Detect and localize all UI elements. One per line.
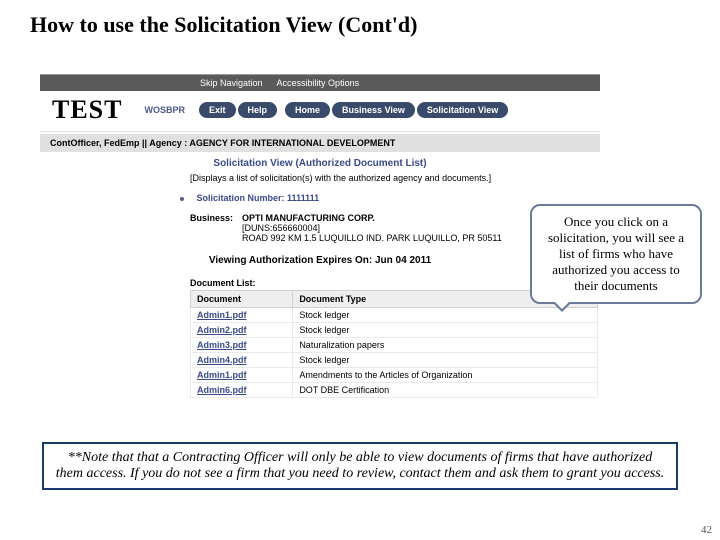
skip-navigation-link[interactable]: Skip Navigation [200, 78, 263, 88]
accessibility-options-link[interactable]: Accessibility Options [277, 78, 360, 88]
business-duns: [DUNS:656660004] [242, 223, 502, 233]
expiration-text: Viewing Authorization Expires On: Jun 04… [40, 247, 600, 274]
brand-label: WOSBPR [145, 105, 186, 115]
exit-button[interactable]: Exit [199, 102, 236, 118]
document-type: Amendments to the Articles of Organizati… [293, 368, 598, 383]
document-link[interactable]: Admin3.pdf [191, 338, 293, 353]
home-button[interactable]: Home [285, 102, 330, 118]
document-type: Stock ledger [293, 323, 598, 338]
table-row: Admin3.pdfNaturalization papers [191, 338, 598, 353]
site-logo: TEST [52, 95, 123, 125]
business-address: ROAD 992 KM 1.5 LUQUILLO IND. PARK LUQUI… [242, 233, 502, 243]
solicitation-label: Solicitation Number: [197, 193, 285, 203]
slide-number: 42 [701, 524, 712, 536]
view-title: Solicitation View (Authorized Document L… [40, 152, 600, 171]
document-link[interactable]: Admin4.pdf [191, 353, 293, 368]
solicitation-view-button[interactable]: Solicitation View [417, 102, 508, 118]
table-row: Admin4.pdfStock ledger [191, 353, 598, 368]
user-agency-bar: ContOfficer, FedEmp || Agency : AGENCY F… [40, 134, 600, 152]
document-link[interactable]: Admin1.pdf [191, 368, 293, 383]
callout-text: Once you click on a solicitation, you wi… [548, 214, 684, 293]
solicitation-row: Solicitation Number: 1111111 [40, 189, 600, 209]
table-row: Admin1.pdfStock ledger [191, 308, 598, 323]
document-link[interactable]: Admin1.pdf [191, 308, 293, 323]
business-view-button[interactable]: Business View [332, 102, 415, 118]
callout-box: Once you click on a solicitation, you wi… [530, 204, 702, 304]
document-type: Naturalization papers [293, 338, 598, 353]
business-name: OPTI MANUFACTURING CORP. [242, 213, 502, 223]
table-row: Admin6.pdfDOT DBE Certification [191, 383, 598, 398]
document-table: Document Document Type Admin1.pdfStock l… [190, 290, 598, 398]
business-row: Business: OPTI MANUFACTURING CORP. [DUNS… [40, 209, 600, 247]
view-description: [Displays a list of solicitation(s) with… [40, 171, 600, 189]
help-button[interactable]: Help [238, 102, 278, 118]
document-link[interactable]: Admin2.pdf [191, 323, 293, 338]
note-box: **Note that that a Contracting Officer w… [42, 442, 678, 490]
solicitation-number[interactable]: 1111111 [287, 193, 319, 203]
business-label: Business: [190, 213, 242, 243]
col-document: Document [191, 291, 293, 308]
document-type: DOT DBE Certification [293, 383, 598, 398]
document-type: Stock ledger [293, 353, 598, 368]
screenshot-container: Skip Navigation Accessibility Options TE… [40, 74, 600, 398]
table-row: Admin2.pdfStock ledger [191, 323, 598, 338]
bullet-icon [180, 197, 184, 201]
document-list-label: Document List: [40, 274, 600, 290]
header-row: TEST WOSBPR Exit Help Home Business View… [40, 91, 600, 129]
document-link[interactable]: Admin6.pdf [191, 383, 293, 398]
top-navigation: Skip Navigation Accessibility Options [40, 75, 600, 91]
table-row: Admin1.pdfAmendments to the Articles of … [191, 368, 598, 383]
slide-title: How to use the Solicitation View (Cont'd… [0, 0, 720, 48]
